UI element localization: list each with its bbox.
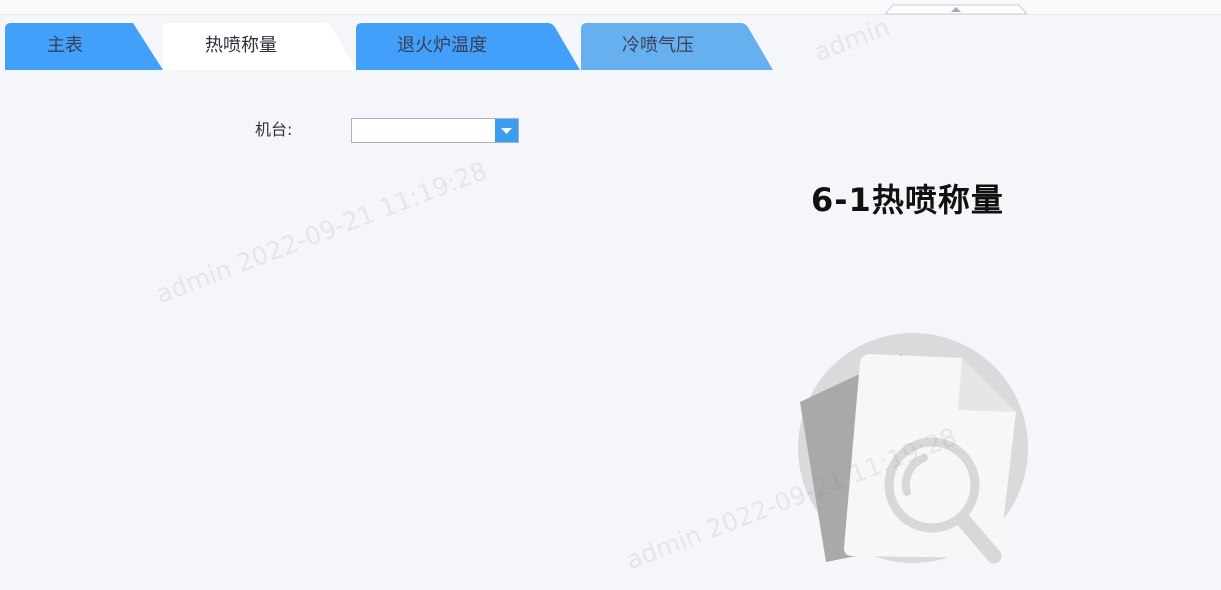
collapse-up-icon [885, 4, 1027, 15]
report-content [5, 70, 1221, 590]
tab-label: 主表 [47, 35, 83, 56]
no-data-search-icon [790, 330, 1035, 580]
watermark: admin [810, 11, 894, 68]
tab-bar: 主表 热喷称量 退火炉温度 冷喷气压 [5, 23, 785, 70]
tab-cold-spray-pressure[interactable]: 冷喷气压 [581, 23, 774, 70]
tab-shape [5, 23, 163, 70]
tab-main-table[interactable]: 主表 [5, 23, 165, 70]
tab-annealing-furnace-temperature[interactable]: 退火炉温度 [356, 23, 582, 70]
report-title: 6-1热喷称量 [811, 181, 1004, 219]
machine-label: 机台: [255, 120, 293, 139]
tab-label: 退火炉温度 [397, 35, 487, 56]
dropdown-arrow-icon[interactable] [495, 119, 518, 142]
tab-label: 冷喷气压 [622, 35, 694, 56]
machine-select[interactable] [351, 118, 519, 143]
tab-thermal-spray-weighing[interactable]: 热喷称量 [163, 23, 358, 70]
tab-label: 热喷称量 [205, 35, 277, 56]
top-strip [0, 0, 1221, 15]
collapse-handle[interactable] [885, 4, 1027, 15]
